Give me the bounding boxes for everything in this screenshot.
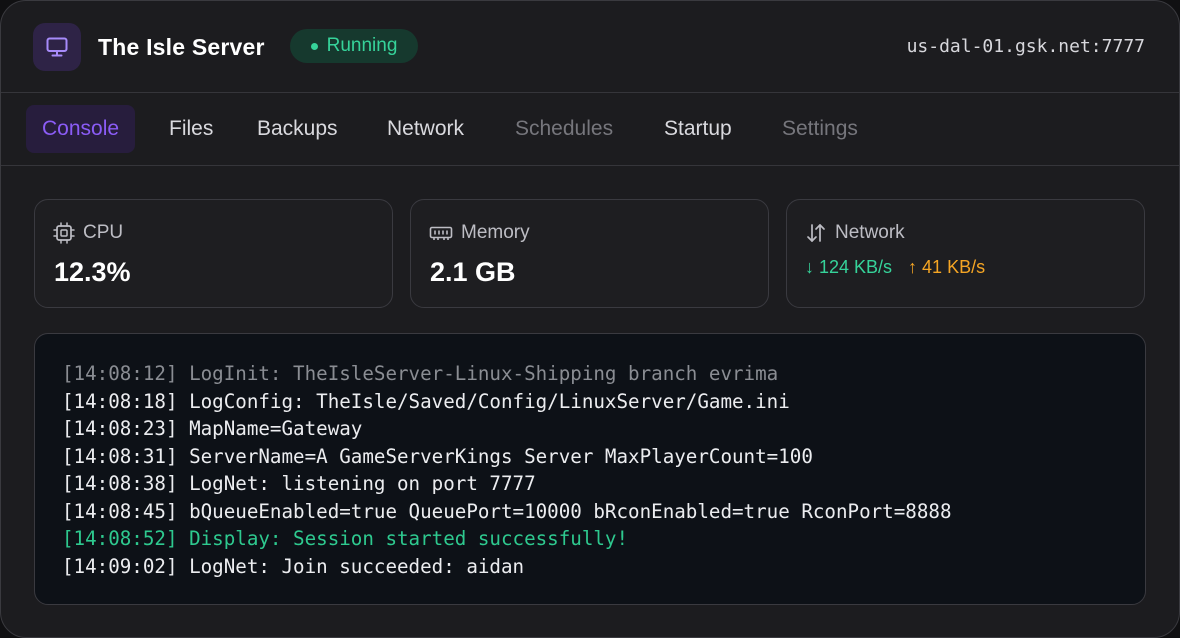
log-line: [14:08:38] LogNet: listening on port 777… <box>62 472 536 495</box>
memory-stat-header: Memory <box>429 222 530 244</box>
log-line: [14:08:31] ServerName=A GameServerKings … <box>62 444 813 468</box>
console-output[interactable]: [14:08:12] LogInit: TheIsleServer-Linux-… <box>34 333 1146 605</box>
tab-console[interactable]: Console <box>26 105 136 153</box>
monitor-icon <box>33 23 81 71</box>
tab-backups[interactable]: Backups <box>257 105 338 153</box>
network-download-rate: ↓ 124 KB/s <box>805 257 893 277</box>
cpu-label: CPU <box>83 222 124 243</box>
memory-stat-card: Memory 2.1 GB <box>410 199 769 308</box>
network-stat-card: Network ↓ 124 KB/s ↑ 41 KB/s <box>786 199 1145 308</box>
transfer-arrows-icon <box>805 222 827 244</box>
memory-icon <box>429 224 453 242</box>
server-header: The Isle Server Running us-dal-01.gsk.ne… <box>1 1 1179 93</box>
log-line: [14:08:23] MapName=Gateway <box>62 417 363 440</box>
network-label: Network <box>835 222 905 243</box>
log-line: [14:08:52] Display: Session started succ… <box>62 527 629 550</box>
memory-value: 2.1 GB <box>430 257 516 287</box>
status-dot-icon <box>310 42 318 50</box>
cpu-stat-header: CPU <box>53 222 123 244</box>
cpu-value: 12.3% <box>54 257 131 287</box>
log-line: [14:09:02] LogNet: Join succeeded: aidan <box>62 554 525 578</box>
memory-label: Memory <box>461 222 530 243</box>
network-rates: ↓ 124 KB/s ↑ 41 KB/s <box>805 257 985 278</box>
tab-bar: Console Files Backups Network Schedules … <box>1 93 1179 166</box>
tab-network[interactable]: Network <box>387 105 464 153</box>
server-title: The Isle Server <box>98 34 265 60</box>
cpu-icon <box>53 222 75 244</box>
network-upload-rate: ↑ 41 KB/s <box>908 257 986 277</box>
tab-settings[interactable]: Settings <box>782 105 858 153</box>
log-line: [14:08:18] LogConfig: TheIsle/Saved/Conf… <box>62 389 790 413</box>
cpu-stat-card: CPU 12.3% <box>34 199 393 308</box>
tab-schedules[interactable]: Schedules <box>515 105 613 153</box>
network-stat-header: Network <box>805 222 905 244</box>
server-address[interactable]: us-dal-01.gsk.net:7777 <box>907 36 1145 57</box>
log-line: [14:08:12] LogInit: TheIsleServer-Linux-… <box>62 362 779 385</box>
status-label: Running <box>326 35 398 56</box>
server-card: The Isle Server Running us-dal-01.gsk.ne… <box>0 0 1180 638</box>
tab-startup[interactable]: Startup <box>664 105 732 153</box>
status-badge: Running <box>290 29 418 63</box>
log-line: [14:08:45] bQueueEnabled=true QueuePort=… <box>62 499 952 523</box>
tab-files[interactable]: Files <box>169 105 213 153</box>
